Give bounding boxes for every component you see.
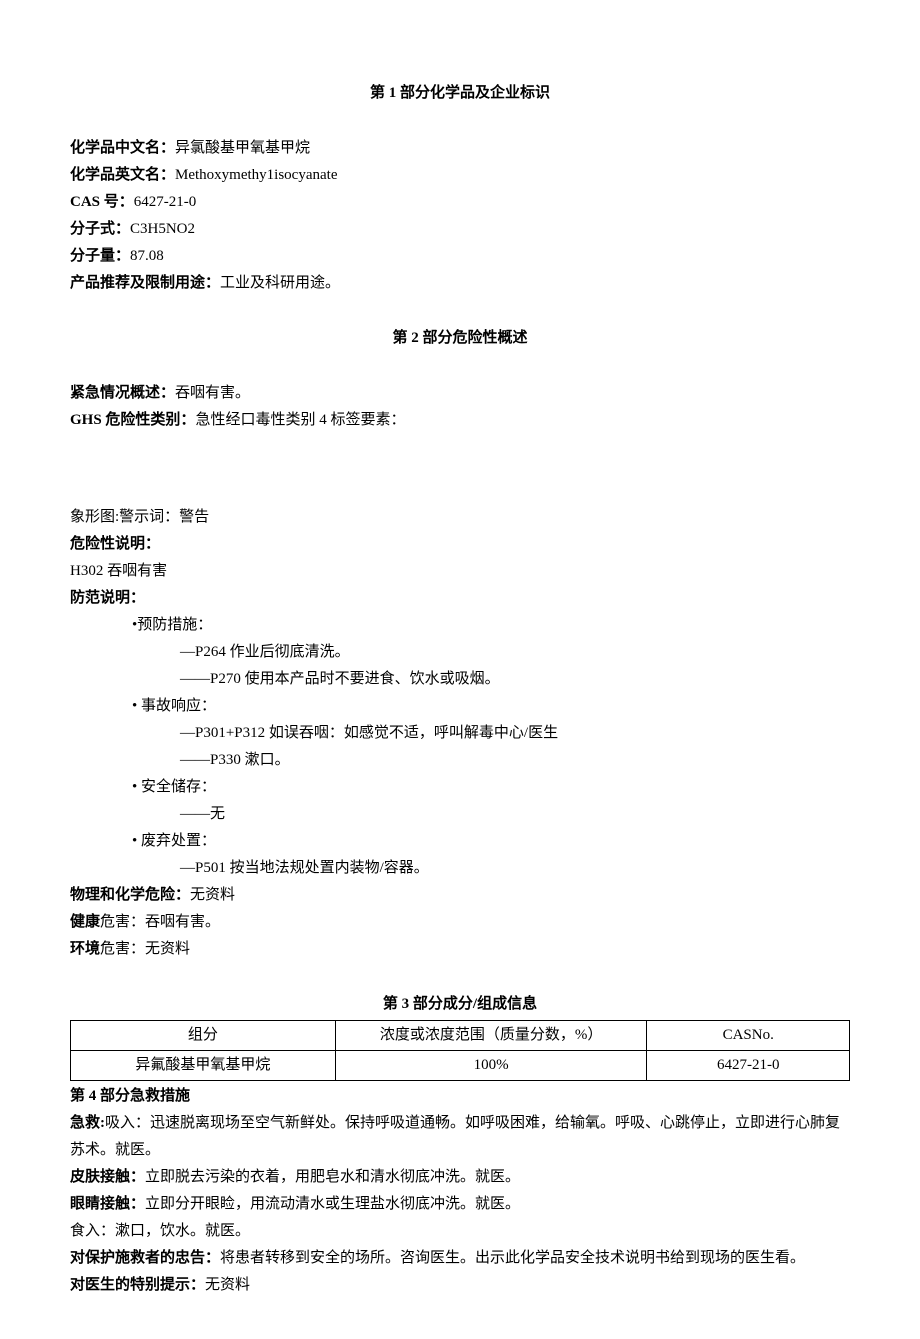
cas-line: CAS 号：6427-21-0 — [70, 189, 850, 216]
env-value: 无资料 — [145, 941, 190, 957]
health-line: 健康危害：吞咽有害。 — [70, 909, 850, 936]
composition-table: 组分 浓度或浓度范围（质量分数，%） CASNo. 异氟酸基甲氧基甲烷 100%… — [70, 1020, 850, 1081]
table-header-row: 组分 浓度或浓度范围（质量分数，%） CASNo. — [71, 1021, 850, 1051]
phys-value: 无资料 — [190, 887, 235, 903]
rescuer-label: 对保护施救者的忠告： — [70, 1250, 220, 1266]
phys-label: 物理和化学危险： — [70, 887, 190, 903]
cas-value: 6427-21-0 — [134, 194, 197, 210]
emergency-label: 紧急情况概述： — [70, 385, 175, 401]
skin-line: 皮肤接触：立即脱去污染的衣着，用肥皂水和清水彻底冲洗。就医。 — [70, 1164, 850, 1191]
eye-line: 眼睛接触：立即分开眼睑，用流动清水或生理盐水彻底冲洗。就医。 — [70, 1191, 850, 1218]
p501: —P501 按当地法规处置内装物/容器。 — [180, 855, 850, 882]
eye-label: 眼睛接触： — [70, 1196, 145, 1212]
section3-title: 第 3 部分成分/组成信息 — [70, 991, 850, 1018]
use-value: 工业及科研用途。 — [220, 275, 340, 291]
section4-title: 第 4 部分急救措施 — [70, 1083, 850, 1110]
skin-label: 皮肤接触： — [70, 1169, 145, 1185]
formula-value: C3H5NO2 — [130, 221, 195, 237]
doctor-label: 对医生的特别提示： — [70, 1277, 205, 1293]
ghs-value: 急性经口毒性类别 4 标签要素： — [195, 412, 405, 428]
section1-title: 第 1 部分化学品及企业标识 — [70, 80, 850, 107]
td-casno: 6427-21-0 — [647, 1051, 850, 1081]
env-mid: 危害： — [100, 941, 145, 957]
section2-title: 第 2 部分危险性概述 — [70, 325, 850, 352]
th-concentration: 浓度或浓度范围（质量分数，%） — [335, 1021, 647, 1051]
use-label: 产品推荐及限制用途： — [70, 275, 220, 291]
precaution-label: 防范说明： — [70, 585, 850, 612]
p330: ——P330 漱口。 — [180, 747, 850, 774]
prevent-header: •预防措施： — [132, 612, 850, 639]
table-row: 异氟酸基甲氧基甲烷 100% 6427-21-0 — [71, 1051, 850, 1081]
health-mid: 危害： — [100, 914, 145, 930]
env-line: 环境危害：无资料 — [70, 936, 850, 963]
cn-value: 异氯酸基甲氧基甲烷 — [175, 140, 310, 156]
td-concentration: 100% — [335, 1051, 647, 1081]
emergency-line: 紧急情况概述：吞咽有害。 — [70, 380, 850, 407]
env-label: 环境 — [70, 941, 100, 957]
th-casno: CASNo. — [647, 1021, 850, 1051]
phys-line: 物理和化学危险：无资料 — [70, 882, 850, 909]
storage-none: ——无 — [180, 801, 850, 828]
chem-cn-name: 化学品中文名：异氯酸基甲氧基甲烷 — [70, 135, 850, 162]
p270: ——P270 使用本产品时不要进食、饮水或吸烟。 — [180, 666, 850, 693]
skin-value: 立即脱去污染的衣着，用肥皂水和清水彻底冲洗。就医。 — [145, 1169, 520, 1185]
p301: —P301+P312 如误吞咽：如感觉不适，呼叫解毒中心/医生 — [180, 720, 850, 747]
cn-label: 化学品中文名： — [70, 140, 175, 156]
ingest-line: 食入：漱口，饮水。就医。 — [70, 1218, 850, 1245]
aid-inhale: 急救:吸入：迅速脱离现场至空气新鲜处。保持呼吸道通畅。如呼吸困难，给输氧。呼吸、… — [70, 1110, 850, 1164]
en-value: Methoxymethy1isocyanate — [175, 167, 337, 183]
use-line: 产品推荐及限制用途：工业及科研用途。 — [70, 270, 850, 297]
h302: H302 吞咽有害 — [70, 558, 850, 585]
rescuer-value: 将患者转移到安全的场所。咨询医生。出示此化学品安全技术说明书给到现场的医生看。 — [220, 1250, 805, 1266]
disposal-header: • 废弃处置： — [132, 828, 850, 855]
aid-label: 急救: — [70, 1115, 105, 1131]
eye-value: 立即分开眼睑，用流动清水或生理盐水彻底冲洗。就医。 — [145, 1196, 520, 1212]
ghs-line: GHS 危险性类别：急性经口毒性类别 4 标签要素： — [70, 407, 850, 434]
doctor-value: 无资料 — [205, 1277, 250, 1293]
mw-line: 分子量：87.08 — [70, 243, 850, 270]
inhale-value: 吸入：迅速脱离现场至空气新鲜处。保持呼吸道通畅。如呼吸困难，给输氧。呼吸、心跳停… — [70, 1115, 840, 1158]
p264: —P264 作业后彻底清洗。 — [180, 639, 850, 666]
mw-label: 分子量： — [70, 248, 130, 264]
pictogram-line: 象形图:警示词：警告 — [70, 504, 850, 531]
ghs-label: GHS 危险性类别： — [70, 412, 195, 428]
accident-header: • 事故响应： — [132, 693, 850, 720]
td-component: 异氟酸基甲氧基甲烷 — [71, 1051, 336, 1081]
en-label: 化学品英文名： — [70, 167, 175, 183]
hazard-stmt-label: 危险性说明： — [70, 531, 850, 558]
th-component: 组分 — [71, 1021, 336, 1051]
emergency-value: 吞咽有害。 — [175, 385, 250, 401]
health-value: 吞咽有害。 — [145, 914, 220, 930]
health-label: 健康 — [70, 914, 100, 930]
chem-en-name: 化学品英文名：Methoxymethy1isocyanate — [70, 162, 850, 189]
doctor-line: 对医生的特别提示：无资料 — [70, 1272, 850, 1299]
rescuer-line: 对保护施救者的忠告：将患者转移到安全的场所。咨询医生。出示此化学品安全技术说明书… — [70, 1245, 850, 1272]
mw-value: 87.08 — [130, 248, 164, 264]
cas-label: CAS 号： — [70, 194, 134, 210]
formula-line: 分子式：C3H5NO2 — [70, 216, 850, 243]
storage-header: • 安全储存： — [132, 774, 850, 801]
formula-label: 分子式： — [70, 221, 130, 237]
